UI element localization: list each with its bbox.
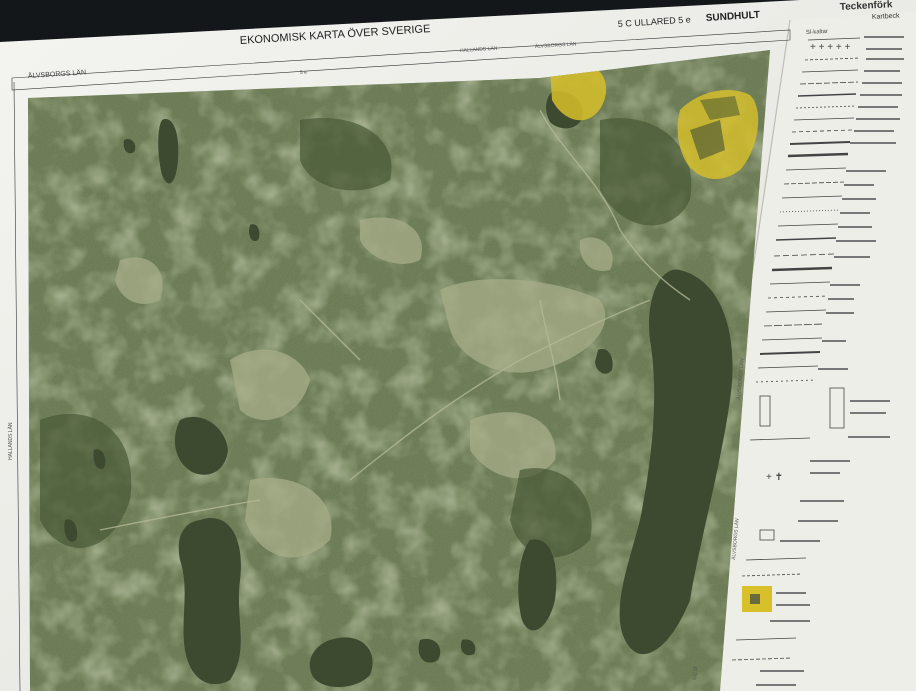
legend-section-title: Sl-kaltar xyxy=(806,29,828,36)
svg-text:+ + + + +: + + + + + xyxy=(810,42,850,53)
legend-yellow-swatch xyxy=(742,586,772,612)
legend-header-2: Kartbeck xyxy=(872,13,900,21)
county-left-margin: HALLANDS LÄN xyxy=(7,422,14,460)
svg-text:+ ✝: + ✝ xyxy=(766,472,783,483)
sheet-number: 5 C 5f xyxy=(692,666,699,680)
map-scene: EKONOMISK KARTA ÖVER SVERIGE 5 C ULLARED… xyxy=(0,0,916,691)
grid-label: 5 e xyxy=(300,70,308,76)
lake-left-large xyxy=(178,518,241,685)
